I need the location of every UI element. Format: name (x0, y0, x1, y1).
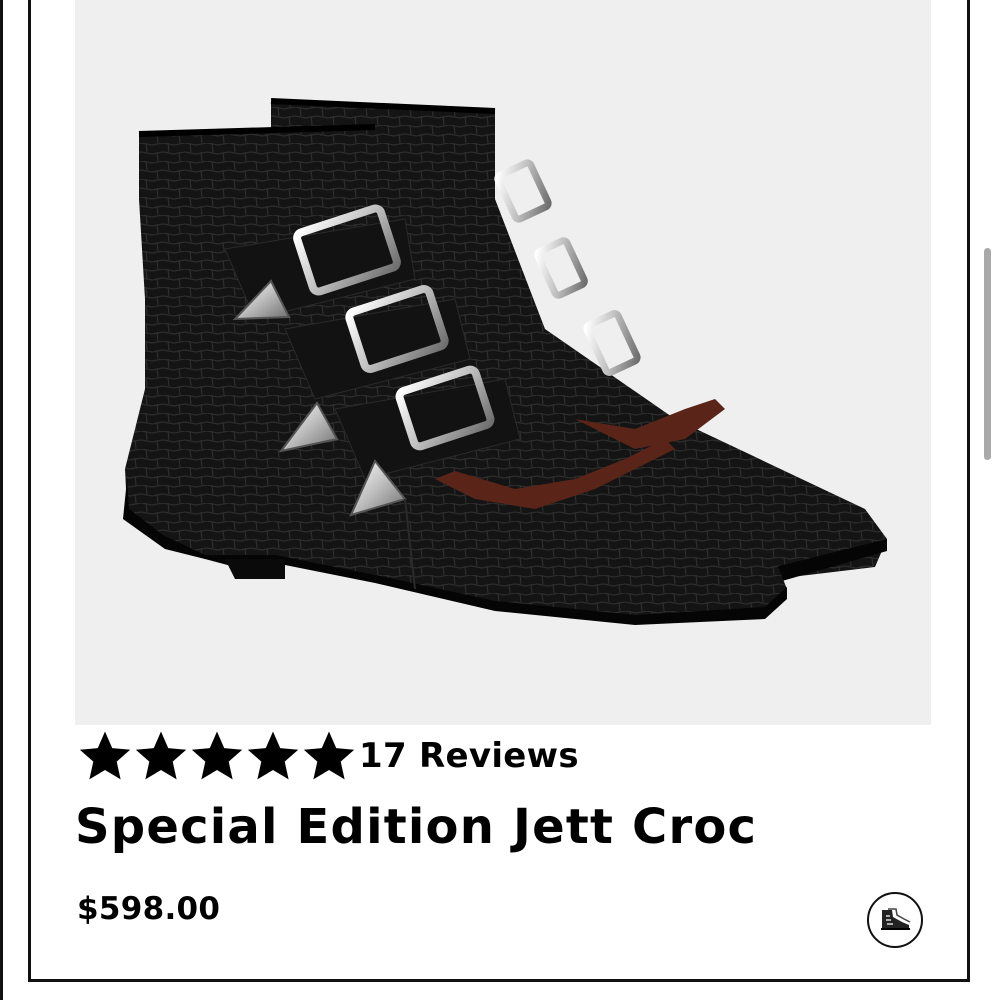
star-icon (79, 731, 131, 780)
boots-photo (123, 98, 887, 625)
rating-row[interactable]: 17 Reviews (77, 723, 579, 789)
star-icon (303, 731, 355, 780)
left-edge-divider (0, 0, 3, 1000)
image-thumbnail-button[interactable] (867, 892, 923, 948)
product-page: 17 Reviews Special Edition Jett Croc $59… (0, 0, 1000, 1000)
star-icon (191, 731, 243, 780)
scrollbar-thumb[interactable] (984, 248, 991, 460)
boot-thumbnail-icon (881, 908, 911, 930)
star-rating (77, 728, 357, 784)
product-price: $598.00 (77, 891, 221, 927)
reviews-link[interactable]: 17 Reviews (359, 736, 579, 776)
product-card[interactable]: 17 Reviews Special Edition Jett Croc $59… (28, 0, 970, 982)
product-title[interactable]: Special Edition Jett Croc (75, 799, 757, 855)
star-icon (135, 731, 187, 780)
product-image[interactable] (75, 0, 931, 725)
star-icon (247, 731, 299, 780)
